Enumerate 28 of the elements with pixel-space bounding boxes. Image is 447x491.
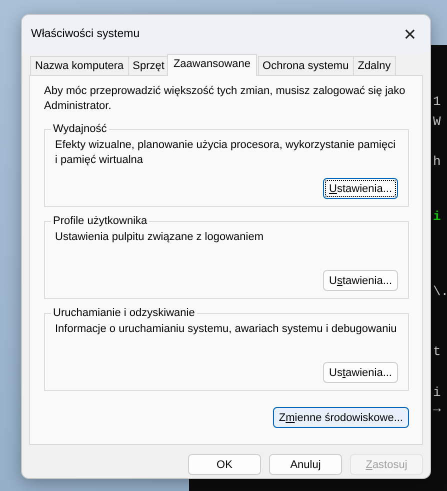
notice-text: Aby móc przeprowadzić większość tych zmian, musisz zalogować się jako Administrator. (44, 84, 406, 114)
terminal-text: i (433, 384, 442, 402)
terminal-text: \. (433, 283, 447, 301)
terminal-text: W (433, 113, 442, 131)
close-button[interactable]: ✕ (390, 19, 430, 49)
group-description: Efekty wizualne, planowanie użycia procesora, wykorzystanie pamięci i pamięć wirtualna (55, 138, 397, 168)
group-title: Uruchamianie i odzyskiwanie (51, 306, 197, 320)
environment-variables-button[interactable]: Zmienne środowiskowe... (272, 407, 409, 428)
terminal-text: 1 (433, 93, 442, 111)
dialog-button: Zastosuj (350, 454, 423, 475)
terminal-text: → (433, 400, 442, 418)
tab[interactable]: Nazwa komputera (30, 56, 129, 75)
settings-button[interactable]: Ustawienia... (323, 362, 398, 383)
settings-button[interactable]: Ustawienia... (323, 270, 398, 291)
terminal-text: i (433, 208, 442, 226)
terminal-text: t (433, 343, 442, 361)
group-description: Informacje o uruchamianiu systemu, awariach systemu i debugowaniu (55, 322, 398, 337)
window-title: Właściwości systemu (31, 28, 140, 40)
tab[interactable]: Zdalny (352, 56, 396, 75)
group-description: Ustawienia pulpitu związane z logowaniem (55, 230, 265, 245)
group-title: Profile użytkownika (51, 214, 150, 228)
tab[interactable]: Ochrona systemu (258, 56, 354, 75)
settings-button[interactable]: Ustawienia... (323, 178, 398, 199)
dialog-button[interactable]: OK (188, 454, 261, 475)
group-title: Wydajność (51, 122, 109, 136)
terminal-text: h (433, 153, 442, 171)
tab[interactable]: Zaawansowane (167, 54, 257, 76)
dialog-button[interactable]: Anuluj (269, 454, 342, 475)
